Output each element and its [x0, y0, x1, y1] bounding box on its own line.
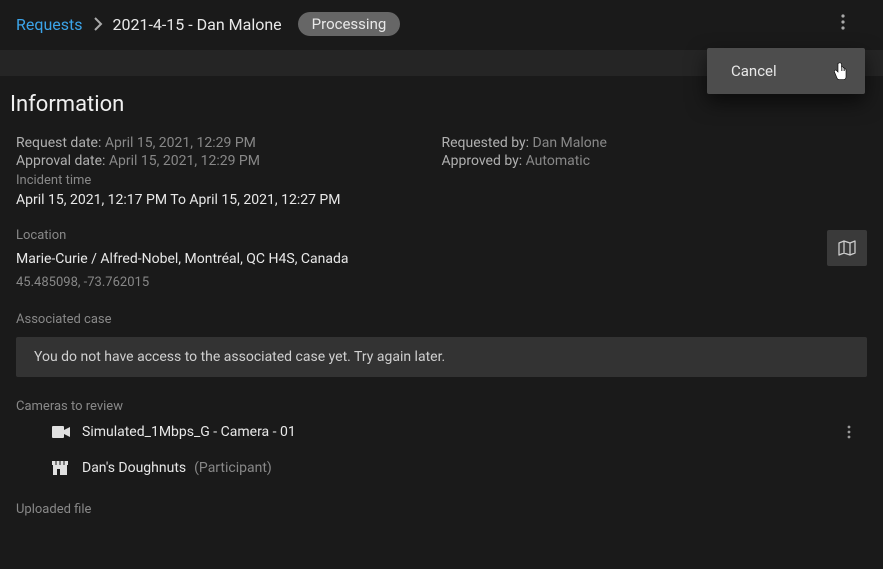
cursor-pointer-icon [833, 62, 849, 80]
request-date-value: April 15, 2021, 12:29 PM [105, 135, 256, 151]
camera-icon [52, 425, 70, 439]
cancel-menu-item[interactable]: Cancel [707, 48, 865, 94]
location-label: Location [16, 228, 867, 243]
approval-date-label: Approval date: [16, 153, 105, 169]
approved-by-value: Automatic [526, 153, 590, 169]
breadcrumb-current: 2021-4-15 - Dan Malone [113, 15, 282, 34]
cameras-label: Cameras to review [16, 399, 867, 414]
info-grid: Request date: April 15, 2021, 12:29 PM A… [0, 135, 883, 208]
chevron-right-icon [93, 17, 103, 31]
status-badge: Processing [298, 12, 401, 36]
camera-name: Simulated_1Mbps_G - Camera - 01 [82, 424, 296, 440]
camera-name: Dan's Doughnuts [82, 460, 186, 476]
request-date-label: Request date: [16, 135, 101, 151]
approved-by-label: Approved by: [442, 153, 523, 169]
camera-row-kebab[interactable] [847, 425, 851, 439]
associated-case-label: Associated case [16, 312, 867, 327]
associated-case-message: You do not have access to the associated… [16, 337, 867, 377]
page-header: Requests 2021-4-15 - Dan Malone Processi… [0, 0, 883, 48]
camera-participant-tag: (Participant) [194, 460, 272, 476]
location-coords: 45.485098, -73.762015 [16, 275, 867, 290]
page-actions-kebab[interactable] [841, 14, 865, 30]
requested-by-label: Requested by: [442, 135, 530, 151]
cameras-section: Cameras to review Simulated_1Mbps_G - Ca… [0, 377, 883, 486]
uploaded-file-section: Uploaded file [0, 486, 883, 517]
actions-popup: Cancel [707, 48, 865, 94]
breadcrumb: Requests 2021-4-15 - Dan Malone Processi… [16, 12, 400, 36]
store-icon [52, 461, 70, 475]
camera-row[interactable]: Dan's Doughnuts (Participant) [16, 450, 867, 486]
associated-case-section: Associated case You do not have access t… [0, 290, 883, 377]
location-address: Marie-Curie / Alfred-Nobel, Montréal, QC… [16, 251, 867, 267]
uploaded-file-label: Uploaded file [16, 502, 867, 517]
cancel-label: Cancel [731, 62, 777, 80]
requested-by-value: Dan Malone [533, 135, 607, 151]
camera-row[interactable]: Simulated_1Mbps_G - Camera - 01 [16, 414, 867, 450]
open-map-button[interactable] [827, 230, 867, 266]
location-section: Location Marie-Curie / Alfred-Nobel, Mon… [0, 208, 883, 290]
breadcrumb-root-link[interactable]: Requests [16, 15, 83, 34]
map-icon [838, 240, 856, 256]
approval-date-value: April 15, 2021, 12:29 PM [109, 153, 260, 169]
incident-time-label: Incident time [16, 173, 442, 188]
incident-time-value: April 15, 2021, 12:17 PM To April 15, 20… [16, 192, 442, 208]
